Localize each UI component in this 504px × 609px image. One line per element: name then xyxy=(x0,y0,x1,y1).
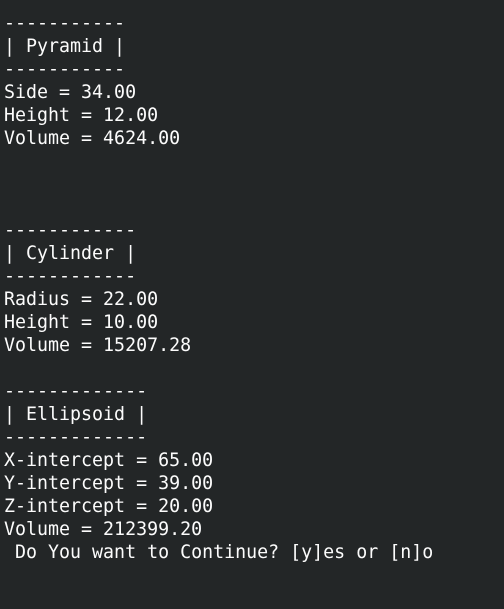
ellipsoid-y-intercept: Y-intercept = 39.00 xyxy=(4,473,214,494)
ellipsoid-title: | Ellipsoid | xyxy=(4,404,148,425)
pyramid-bottom-rule: ----------- xyxy=(4,59,126,80)
cylinder-bottom-rule: ------------ xyxy=(4,266,137,287)
ellipsoid-top-rule: ------------- xyxy=(4,381,148,402)
ellipsoid-x-intercept: X-intercept = 65.00 xyxy=(4,450,214,471)
cylinder-title: | Cylinder | xyxy=(4,243,137,264)
pyramid-volume: Volume = 4624.00 xyxy=(4,128,181,149)
pyramid-top-rule: ----------- xyxy=(4,13,126,34)
pyramid-side: Side = 34.00 xyxy=(4,82,137,103)
ellipsoid-z-intercept: Z-intercept = 20.00 xyxy=(4,496,214,517)
pyramid-height: Height = 12.00 xyxy=(4,105,159,126)
terminal-output: ----------- | Pyramid | ----------- Side… xyxy=(4,12,504,564)
ellipsoid-bottom-rule: ------------- xyxy=(4,427,148,448)
pyramid-title: | Pyramid | xyxy=(4,36,126,57)
cylinder-volume: Volume = 15207.28 xyxy=(4,335,192,356)
cylinder-top-rule: ------------ xyxy=(4,220,137,241)
ellipsoid-volume: Volume = 212399.20 xyxy=(4,519,203,540)
cylinder-height: Height = 10.00 xyxy=(4,312,159,333)
continue-prompt[interactable]: Do You want to Continue? [y]es or [n]o xyxy=(4,541,504,564)
cylinder-radius: Radius = 22.00 xyxy=(4,289,159,310)
